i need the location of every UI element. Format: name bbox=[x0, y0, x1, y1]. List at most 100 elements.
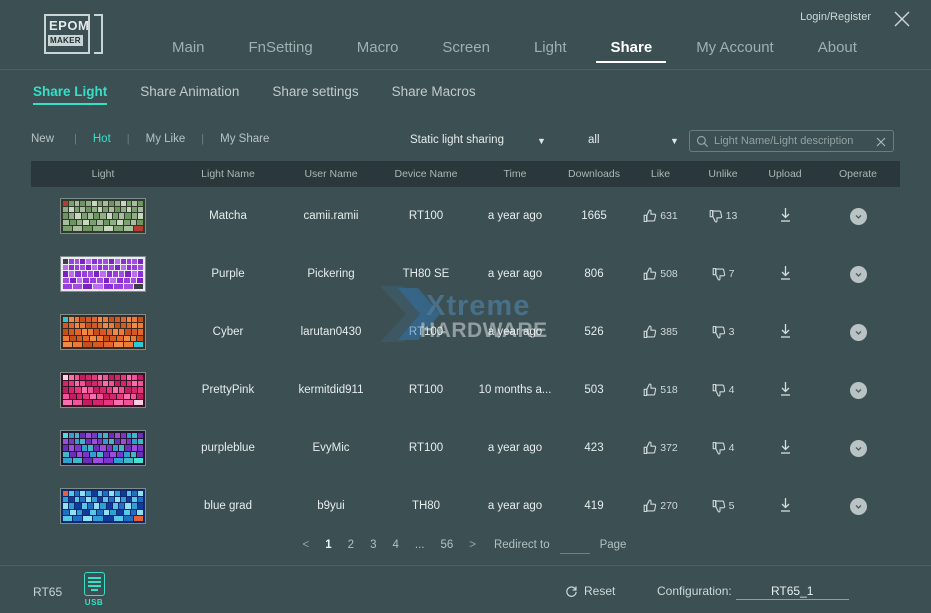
filter-my-like[interactable]: My Like bbox=[130, 133, 202, 145]
chevron-down-icon[interactable] bbox=[850, 440, 867, 457]
cell-upload[interactable] bbox=[754, 497, 816, 516]
table-row[interactable]: purpleblueEvyMicRT100a year ago4233724 bbox=[31, 419, 900, 477]
thumbs-up-icon[interactable] bbox=[643, 209, 657, 223]
sharing-type-dropdown[interactable]: Static light sharing ▼ bbox=[410, 134, 555, 154]
cell-unlike[interactable]: 7 bbox=[692, 267, 754, 281]
pagination-page-3[interactable]: 3 bbox=[362, 537, 384, 553]
keyboard-thumbnail[interactable] bbox=[60, 198, 146, 234]
thumbs-up-icon[interactable] bbox=[643, 325, 657, 339]
cell-operate[interactable] bbox=[816, 266, 900, 283]
download-icon[interactable] bbox=[778, 330, 793, 342]
tab-share-settings[interactable]: Share settings bbox=[272, 84, 358, 104]
nav-item-share[interactable]: Share bbox=[588, 39, 674, 63]
download-icon[interactable] bbox=[778, 272, 793, 284]
cell-light-preview[interactable] bbox=[31, 314, 175, 350]
login-register-link[interactable]: Login/Register bbox=[800, 11, 871, 23]
logo-text-top: EPOM bbox=[49, 18, 89, 33]
keyboard-thumbnail[interactable] bbox=[60, 488, 146, 524]
thumbs-up-icon[interactable] bbox=[643, 441, 657, 455]
pagination-prev[interactable]: < bbox=[295, 537, 318, 553]
clear-icon[interactable] bbox=[875, 135, 887, 147]
nav-item-fnsetting[interactable]: FnSetting bbox=[227, 39, 335, 63]
cell-upload[interactable] bbox=[754, 381, 816, 400]
cell-operate[interactable] bbox=[816, 440, 900, 457]
pagination-page-2[interactable]: 2 bbox=[340, 537, 362, 553]
cell-operate[interactable] bbox=[816, 382, 900, 399]
table-row[interactable]: Matchacamii.ramiiRT100a year ago16656311… bbox=[31, 187, 900, 245]
cell-operate[interactable] bbox=[816, 498, 900, 515]
cell-unlike[interactable]: 4 bbox=[692, 383, 754, 397]
cell-light-preview[interactable] bbox=[31, 488, 175, 524]
tab-share-light[interactable]: Share Light bbox=[33, 84, 107, 104]
cell-like[interactable]: 631 bbox=[629, 209, 692, 223]
nav-item-macro[interactable]: Macro bbox=[335, 39, 421, 63]
cell-unlike[interactable]: 4 bbox=[692, 441, 754, 455]
download-icon[interactable] bbox=[778, 388, 793, 400]
thumbs-down-icon[interactable] bbox=[712, 441, 726, 455]
table-row[interactable]: blue gradb9yuiTH80a year ago4192705 bbox=[31, 477, 900, 535]
reset-button[interactable]: Reset bbox=[565, 584, 615, 598]
thumbs-up-icon[interactable] bbox=[643, 267, 657, 281]
thumbs-down-icon[interactable] bbox=[712, 267, 726, 281]
cell-operate[interactable] bbox=[816, 324, 900, 341]
cell-like[interactable]: 508 bbox=[629, 267, 692, 281]
cell-operate[interactable] bbox=[816, 208, 900, 225]
download-icon[interactable] bbox=[778, 504, 793, 516]
cell-unlike[interactable]: 5 bbox=[692, 499, 754, 513]
nav-item-light[interactable]: Light bbox=[512, 39, 589, 63]
cell-like[interactable]: 372 bbox=[629, 441, 692, 455]
thumbs-up-icon[interactable] bbox=[643, 383, 657, 397]
keyboard-thumbnail[interactable] bbox=[60, 256, 146, 292]
filter-hot[interactable]: Hot bbox=[77, 133, 127, 145]
keyboard-thumbnail[interactable] bbox=[60, 372, 146, 408]
cell-light-preview[interactable] bbox=[31, 372, 175, 408]
close-icon[interactable] bbox=[891, 8, 913, 30]
thumbs-down-icon[interactable] bbox=[712, 325, 726, 339]
search-input[interactable] bbox=[714, 131, 869, 151]
keyboard-thumbnail[interactable] bbox=[60, 314, 146, 350]
cell-upload[interactable] bbox=[754, 323, 816, 342]
chevron-down-icon[interactable] bbox=[850, 382, 867, 399]
cell-upload[interactable] bbox=[754, 207, 816, 226]
cell-light-preview[interactable] bbox=[31, 430, 175, 466]
cell-light-preview[interactable] bbox=[31, 256, 175, 292]
configuration-value[interactable]: RT65_1 bbox=[736, 584, 849, 600]
chevron-down-icon[interactable] bbox=[850, 208, 867, 225]
search-box[interactable] bbox=[689, 130, 894, 152]
cell-unlike[interactable]: 3 bbox=[692, 325, 754, 339]
pagination-page-last[interactable]: 56 bbox=[432, 537, 461, 553]
table-row[interactable]: Cyberlarutan0430RT100a year ago5263853 bbox=[31, 303, 900, 361]
nav-item-about[interactable]: About bbox=[796, 39, 879, 63]
table-row[interactable]: PurplePickeringTH80 SEa year ago8065087 bbox=[31, 245, 900, 303]
cell-unlike[interactable]: 13 bbox=[692, 209, 754, 223]
thumbs-down-icon[interactable] bbox=[709, 209, 723, 223]
chevron-down-icon[interactable] bbox=[850, 498, 867, 515]
pagination-page-4[interactable]: 4 bbox=[384, 537, 406, 553]
thumbs-up-icon[interactable] bbox=[643, 499, 657, 513]
thumbs-down-icon[interactable] bbox=[712, 383, 726, 397]
nav-item-my-account[interactable]: My Account bbox=[674, 39, 796, 63]
nav-item-main[interactable]: Main bbox=[150, 39, 227, 63]
cell-upload[interactable] bbox=[754, 265, 816, 284]
cell-like[interactable]: 385 bbox=[629, 325, 692, 339]
cell-upload[interactable] bbox=[754, 439, 816, 458]
download-icon[interactable] bbox=[778, 446, 793, 458]
nav-item-screen[interactable]: Screen bbox=[420, 39, 512, 63]
keyboard-thumbnail[interactable] bbox=[60, 430, 146, 466]
cell-like[interactable]: 518 bbox=[629, 383, 692, 397]
tab-share-animation[interactable]: Share Animation bbox=[140, 84, 239, 104]
filter-new[interactable]: New bbox=[31, 133, 74, 145]
filter-my-share[interactable]: My Share bbox=[204, 133, 285, 145]
pagination-page-1[interactable]: 1 bbox=[317, 537, 339, 553]
download-icon[interactable] bbox=[778, 214, 793, 226]
table-row[interactable]: PrettyPinkkermitdid911RT10010 months a..… bbox=[31, 361, 900, 419]
page-number-input[interactable] bbox=[560, 536, 590, 554]
scope-dropdown[interactable]: all ▼ bbox=[588, 134, 688, 154]
tab-share-macros[interactable]: Share Macros bbox=[392, 84, 476, 104]
thumbs-down-icon[interactable] bbox=[712, 499, 726, 513]
pagination-next[interactable]: > bbox=[461, 537, 484, 553]
cell-light-preview[interactable] bbox=[31, 198, 175, 234]
cell-like[interactable]: 270 bbox=[629, 499, 692, 513]
chevron-down-icon[interactable] bbox=[850, 324, 867, 341]
chevron-down-icon[interactable] bbox=[850, 266, 867, 283]
